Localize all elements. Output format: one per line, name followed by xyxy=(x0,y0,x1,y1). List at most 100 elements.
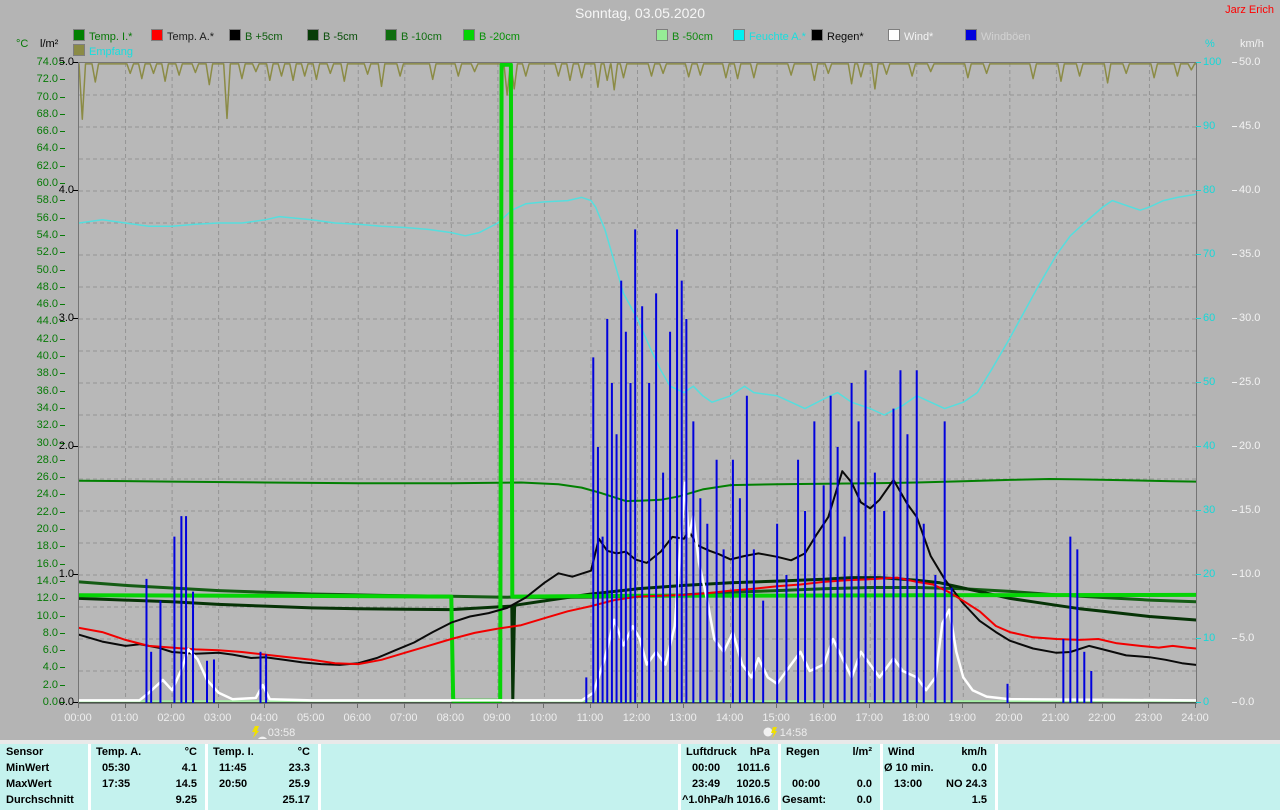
table-cell-value: 1020.5 xyxy=(678,778,770,790)
temp-axis-tick xyxy=(60,339,65,340)
table-row-label: Durchschnitt xyxy=(6,794,74,806)
time-label: 14:00 xyxy=(708,712,752,724)
humidity-axis-label: 20 xyxy=(1203,569,1229,580)
time-label: 13:00 xyxy=(661,712,705,724)
temp-axis-tick xyxy=(60,235,65,236)
sunset-marker-time: 14:58 xyxy=(780,727,808,739)
time-label: 17:00 xyxy=(847,712,891,724)
time-label: 22:00 xyxy=(1080,712,1124,724)
table-cell-value: 0.0 xyxy=(880,762,987,774)
table-cell-value: 1.5 xyxy=(880,794,987,806)
time-tick xyxy=(404,703,405,708)
temp-axis-label: 52.0 xyxy=(24,247,58,258)
time-tick xyxy=(730,703,731,708)
table-section-unit: km/h xyxy=(880,746,987,758)
sunset-marker-icon xyxy=(763,726,779,739)
time-tick xyxy=(962,703,963,708)
wind-axis-tick xyxy=(1232,126,1237,127)
legend-item-wind-: Wind* xyxy=(888,29,933,41)
temp-axis-label: 10.0 xyxy=(24,611,58,622)
temp-axis-label: 54.0 xyxy=(24,230,58,241)
legend-item-b-10cm: B -10cm xyxy=(385,29,442,41)
time-tick xyxy=(78,703,79,708)
legend-item-regen-: Regen* xyxy=(811,29,864,41)
temp-axis-label: 68.0 xyxy=(24,109,58,120)
temp-axis-label: 22.0 xyxy=(24,507,58,518)
humidity-axis-label: 60 xyxy=(1203,313,1229,324)
sunrise-marker-time: 03:58 xyxy=(268,727,296,739)
temp-axis-tick xyxy=(60,218,65,219)
wind-axis-label: 0.0 xyxy=(1239,697,1269,708)
temp-axis-label: 66.0 xyxy=(24,126,58,137)
legend-swatch-icon xyxy=(656,29,668,41)
humidity-axis-tick xyxy=(1196,574,1201,575)
temp-axis-label: 62.0 xyxy=(24,161,58,172)
time-tick xyxy=(497,703,498,708)
time-label: 03:00 xyxy=(196,712,240,724)
humidity-axis-label: 10 xyxy=(1203,633,1229,644)
table-cell-value: 9.25 xyxy=(88,794,197,806)
legend-swatch-icon xyxy=(385,29,397,41)
rain-axis-tick xyxy=(73,190,78,191)
temp-axis-label: 20.0 xyxy=(24,524,58,535)
humidity-axis-label: 0 xyxy=(1203,697,1229,708)
table-cell-value: 0.0 xyxy=(778,794,872,806)
wind-axis-label: 20.0 xyxy=(1239,441,1269,452)
table-row-label: Sensor xyxy=(6,746,43,758)
humidity-axis-label: 40 xyxy=(1203,441,1229,452)
legend-item-label: B -10cm xyxy=(401,31,442,43)
time-label: 21:00 xyxy=(1033,712,1077,724)
temp-axis-tick xyxy=(60,270,65,271)
temp-axis-label: 64.0 xyxy=(24,143,58,154)
table-separator xyxy=(995,744,998,810)
wind-axis-label: 10.0 xyxy=(1239,569,1269,580)
time-label: 12:00 xyxy=(615,712,659,724)
legend-item-label: Regen* xyxy=(827,31,864,43)
chart-canvas xyxy=(79,63,1196,703)
legend-swatch-icon xyxy=(229,29,241,41)
time-tick xyxy=(357,703,358,708)
legend-item-b-20cm: B -20cm xyxy=(463,29,520,41)
humidity-axis-label: 100 xyxy=(1203,57,1229,68)
temp-axis-label: 46.0 xyxy=(24,299,58,310)
temp-axis-label: 18.0 xyxy=(24,541,58,552)
temp-axis-tick xyxy=(60,373,65,374)
legend-swatch-icon xyxy=(307,29,319,41)
time-label: 16:00 xyxy=(801,712,845,724)
humidity-axis-tick xyxy=(1196,126,1201,127)
time-label: 24:00 xyxy=(1173,712,1217,724)
temp-axis-label: 6.0 xyxy=(24,645,58,656)
wind-axis-label: 5.0 xyxy=(1239,633,1269,644)
temp-axis-label: 24.0 xyxy=(24,489,58,500)
temp-axis-tick xyxy=(60,494,65,495)
sunrise-marker-icon xyxy=(251,726,267,739)
table-section-unit: hPa xyxy=(678,746,770,758)
temp-axis-tick xyxy=(60,425,65,426)
temp-axis-tick xyxy=(60,564,65,565)
left-axis-rain-unit: l/m² xyxy=(40,38,58,50)
time-tick xyxy=(637,703,638,708)
humidity-axis-tick xyxy=(1196,62,1201,63)
legend-item-b-5cm: B +5cm xyxy=(229,29,283,41)
legend-item-label: Empfang xyxy=(89,46,133,58)
humidity-axis-tick xyxy=(1196,318,1201,319)
time-label: 08:00 xyxy=(428,712,472,724)
table-cell-value: 1011.6 xyxy=(678,762,770,774)
wind-axis-label: 15.0 xyxy=(1239,505,1269,516)
legend-swatch-icon xyxy=(733,29,745,41)
wind-axis-tick xyxy=(1232,190,1237,191)
page-title: Sonntag, 03.05.2020 xyxy=(0,5,1280,21)
time-label: 00:00 xyxy=(56,712,100,724)
time-tick xyxy=(171,703,172,708)
legend-item-label: B +5cm xyxy=(245,31,283,43)
humidity-axis-label: 50 xyxy=(1203,377,1229,388)
rain-axis-tick xyxy=(73,62,78,63)
legend-item-b-50cm: B -50cm xyxy=(656,29,713,41)
temp-axis-label: 8.0 xyxy=(24,628,58,639)
temp-axis-tick xyxy=(60,287,65,288)
time-tick xyxy=(1009,703,1010,708)
wind-axis-tick xyxy=(1232,382,1237,383)
wind-axis-label: 25.0 xyxy=(1239,377,1269,388)
humidity-axis-label: 90 xyxy=(1203,121,1229,132)
wind-axis-tick xyxy=(1232,254,1237,255)
